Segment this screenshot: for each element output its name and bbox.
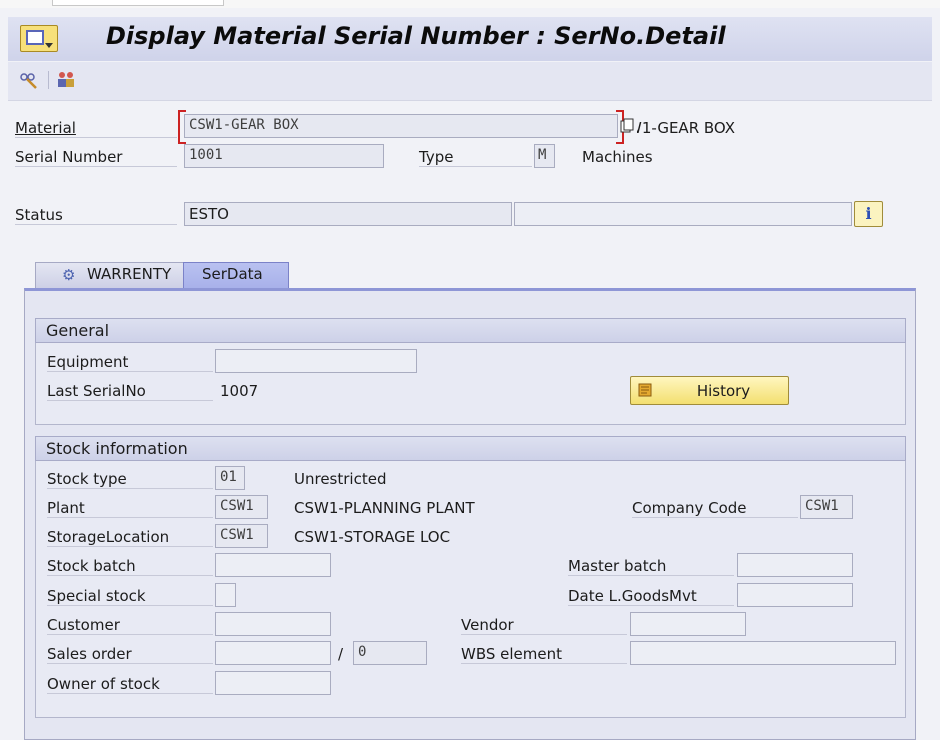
- sales-order-item-field[interactable]: 0: [353, 641, 427, 665]
- sales-order-label: Sales order: [47, 645, 213, 664]
- application-toolbar: [8, 62, 932, 101]
- stock-type-description: Unrestricted: [294, 470, 387, 488]
- special-stock-field[interactable]: [215, 583, 236, 607]
- master-batch-field[interactable]: [737, 553, 853, 577]
- tab-serdata-label: SerData: [202, 265, 263, 283]
- sales-order-separator: /: [338, 645, 344, 663]
- gear-icon: ⚙: [62, 266, 76, 284]
- sales-order-field[interactable]: [215, 641, 331, 665]
- serial-number-label: Serial Number: [15, 148, 177, 167]
- dropdown-arrow-icon: [45, 43, 53, 48]
- storage-location-label: StorageLocation: [47, 528, 213, 547]
- stock-batch-field[interactable]: [215, 553, 331, 577]
- tab-warrenty[interactable]: WARRENTY: [35, 262, 185, 288]
- stock-type-field[interactable]: 01: [215, 466, 245, 490]
- equipment-label: Equipment: [47, 353, 213, 372]
- general-group-title: General: [35, 318, 906, 343]
- customer-label: Customer: [47, 616, 213, 635]
- material-description: CSW1-GEAR BOX: [637, 119, 762, 137]
- users-icon[interactable]: [55, 69, 77, 91]
- status-field[interactable]: ESTO: [184, 202, 512, 226]
- company-code-label: Company Code: [632, 499, 798, 518]
- equipment-field[interactable]: [215, 349, 417, 373]
- status-label: Status: [15, 206, 177, 225]
- material-label[interactable]: Material: [15, 119, 177, 138]
- storage-location-field[interactable]: CSW1: [215, 524, 268, 548]
- change-display-icon[interactable]: [18, 69, 40, 91]
- toolbar-separator: [48, 71, 49, 89]
- plant-field[interactable]: CSW1: [215, 495, 268, 519]
- stock-type-label: Stock type: [47, 470, 213, 489]
- plant-label: Plant: [47, 499, 213, 518]
- stock-batch-label: Stock batch: [47, 557, 213, 576]
- command-field[interactable]: [52, 0, 224, 6]
- type-field[interactable]: M: [534, 144, 555, 168]
- stock-info-group-title: Stock information: [35, 436, 906, 461]
- window-icon: [26, 30, 44, 45]
- page-title: Display Material Serial Number : SerNo.D…: [106, 22, 726, 50]
- copy-icon[interactable]: [620, 118, 634, 134]
- storage-location-description: CSW1-STORAGE LOC: [294, 528, 451, 546]
- wbs-element-field[interactable]: [630, 641, 896, 665]
- history-button-label: History: [696, 382, 751, 400]
- tab-serdata[interactable]: SerData: [183, 262, 289, 288]
- serial-number-field[interactable]: 1001: [184, 144, 384, 168]
- owner-of-stock-field[interactable]: [215, 671, 331, 695]
- type-description: Machines: [582, 148, 653, 166]
- company-code-field[interactable]: CSW1: [800, 495, 853, 519]
- system-menu-icon[interactable]: [20, 25, 58, 52]
- owner-of-stock-label: Owner of stock: [47, 675, 213, 694]
- vendor-label: Vendor: [461, 616, 627, 635]
- last-serialno-label: Last SerialNo: [47, 382, 213, 401]
- tab-warrenty-label: WARRENTY: [87, 265, 172, 283]
- master-batch-label: Master batch: [568, 557, 734, 576]
- vendor-field[interactable]: [630, 612, 746, 636]
- plant-description: CSW1-PLANNING PLANT: [294, 499, 475, 517]
- last-serialno-value: 1007: [220, 382, 259, 400]
- date-goods-mvt-field[interactable]: [737, 583, 853, 607]
- material-description-text: CSW1-GEAR BOX: [637, 119, 736, 137]
- scroll-icon: [636, 381, 654, 399]
- customer-field[interactable]: [215, 612, 331, 636]
- material-field[interactable]: CSW1-GEAR BOX: [184, 114, 618, 138]
- date-goods-mvt-label: Date L.GoodsMvt: [568, 587, 734, 606]
- wbs-element-label: WBS element: [461, 645, 627, 664]
- type-label: Type: [419, 148, 532, 167]
- special-stock-label: Special stock: [47, 587, 213, 606]
- status-text-field[interactable]: [514, 202, 852, 226]
- info-icon[interactable]: i: [854, 201, 883, 227]
